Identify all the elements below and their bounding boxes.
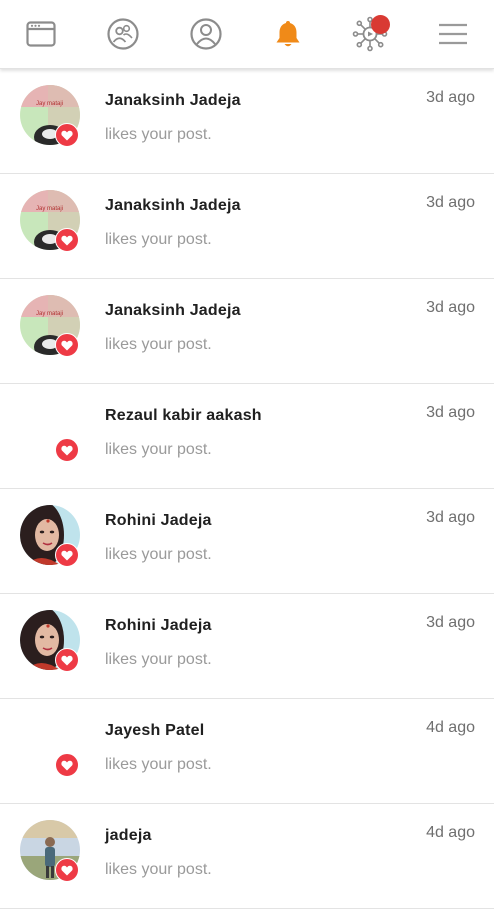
heart-icon: [61, 340, 73, 350]
heart-reaction-badge: [55, 438, 79, 462]
notification-user-name[interactable]: Rohini Jadeja: [105, 617, 212, 635]
notification-user-name[interactable]: jadeja: [105, 827, 152, 845]
notification-message: likes your post.: [105, 441, 212, 458]
notification-message: likes your post.: [105, 651, 212, 668]
heart-icon: [61, 655, 73, 665]
heart-icon: [61, 865, 73, 875]
notification-user-name[interactable]: Janaksinh Jadeja: [105, 92, 241, 110]
heart-reaction-badge: [55, 123, 79, 147]
nav-menu-button[interactable]: [433, 14, 473, 54]
menu-icon: [439, 23, 467, 45]
notification-time: 4d ago: [426, 824, 475, 841]
svg-text:Jay mataji: Jay mataji: [36, 311, 63, 317]
notification-item[interactable]: Jayesh Patel likes your post. 4d ago: [0, 699, 494, 804]
heart-reaction-badge: [55, 648, 79, 672]
notification-time: 3d ago: [426, 299, 475, 316]
notification-item[interactable]: Rohini Jadeja likes your post. 3d ago: [0, 489, 494, 594]
notification-user-name[interactable]: Janaksinh Jadeja: [105, 197, 241, 215]
nav-notifications-button[interactable]: [268, 14, 308, 54]
bell-icon: [276, 21, 300, 47]
heart-reaction-badge: [55, 333, 79, 357]
svg-text:Jay mataji: Jay mataji: [36, 101, 63, 107]
profile-icon: [190, 18, 222, 50]
heart-icon: [61, 235, 73, 245]
notification-item[interactable]: Jay mataji Janaksinh Jadeja likes your p…: [0, 174, 494, 279]
notification-user-name[interactable]: Rezaul kabir aakash: [105, 407, 262, 425]
heart-reaction-badge: [55, 753, 79, 777]
heart-reaction-badge: [55, 228, 79, 252]
notification-message: likes your post.: [105, 546, 212, 563]
nav-network-button[interactable]: [350, 14, 390, 54]
notification-time: 4d ago: [426, 719, 475, 736]
nav-browser-button[interactable]: [21, 14, 61, 54]
notification-message: likes your post.: [105, 231, 212, 248]
nav-profile-button[interactable]: [186, 14, 226, 54]
notification-time: 3d ago: [426, 509, 475, 526]
browser-window-icon: [26, 21, 56, 47]
notification-time: 3d ago: [426, 404, 475, 421]
notification-time: 3d ago: [426, 194, 475, 211]
heart-reaction-badge: [55, 858, 79, 882]
svg-text:Jay mataji: Jay mataji: [36, 206, 63, 212]
notification-message: likes your post.: [105, 126, 212, 143]
notification-item[interactable]: Rezaul kabir aakash likes your post. 3d …: [0, 384, 494, 489]
top-navigation-bar: [0, 0, 494, 69]
heart-icon: [61, 760, 73, 770]
notification-item[interactable]: Jay mataji Janaksinh Jadeja likes your p…: [0, 279, 494, 384]
friends-icon: [107, 18, 139, 50]
heart-icon: [61, 130, 73, 140]
notification-badge: [371, 15, 390, 34]
heart-icon: [61, 550, 73, 560]
notification-user-name[interactable]: Jayesh Patel: [105, 722, 204, 740]
notification-time: 3d ago: [426, 614, 475, 631]
notification-message: likes your post.: [105, 861, 212, 878]
notification-item[interactable]: jadeja likes your post. 4d ago: [0, 804, 494, 909]
notification-list: Jay mataji Janaksinh Jadeja likes your p…: [0, 69, 494, 909]
notification-message: likes your post.: [105, 756, 212, 773]
notification-message: likes your post.: [105, 336, 212, 353]
nav-friends-button[interactable]: [103, 14, 143, 54]
heart-reaction-badge: [55, 543, 79, 567]
heart-icon: [61, 445, 73, 455]
notification-item[interactable]: Jay mataji Janaksinh Jadeja likes your p…: [0, 69, 494, 174]
notification-user-name[interactable]: Rohini Jadeja: [105, 512, 212, 530]
notification-user-name[interactable]: Janaksinh Jadeja: [105, 302, 241, 320]
notification-item[interactable]: Rohini Jadeja likes your post. 3d ago: [0, 594, 494, 699]
notification-time: 3d ago: [426, 89, 475, 106]
